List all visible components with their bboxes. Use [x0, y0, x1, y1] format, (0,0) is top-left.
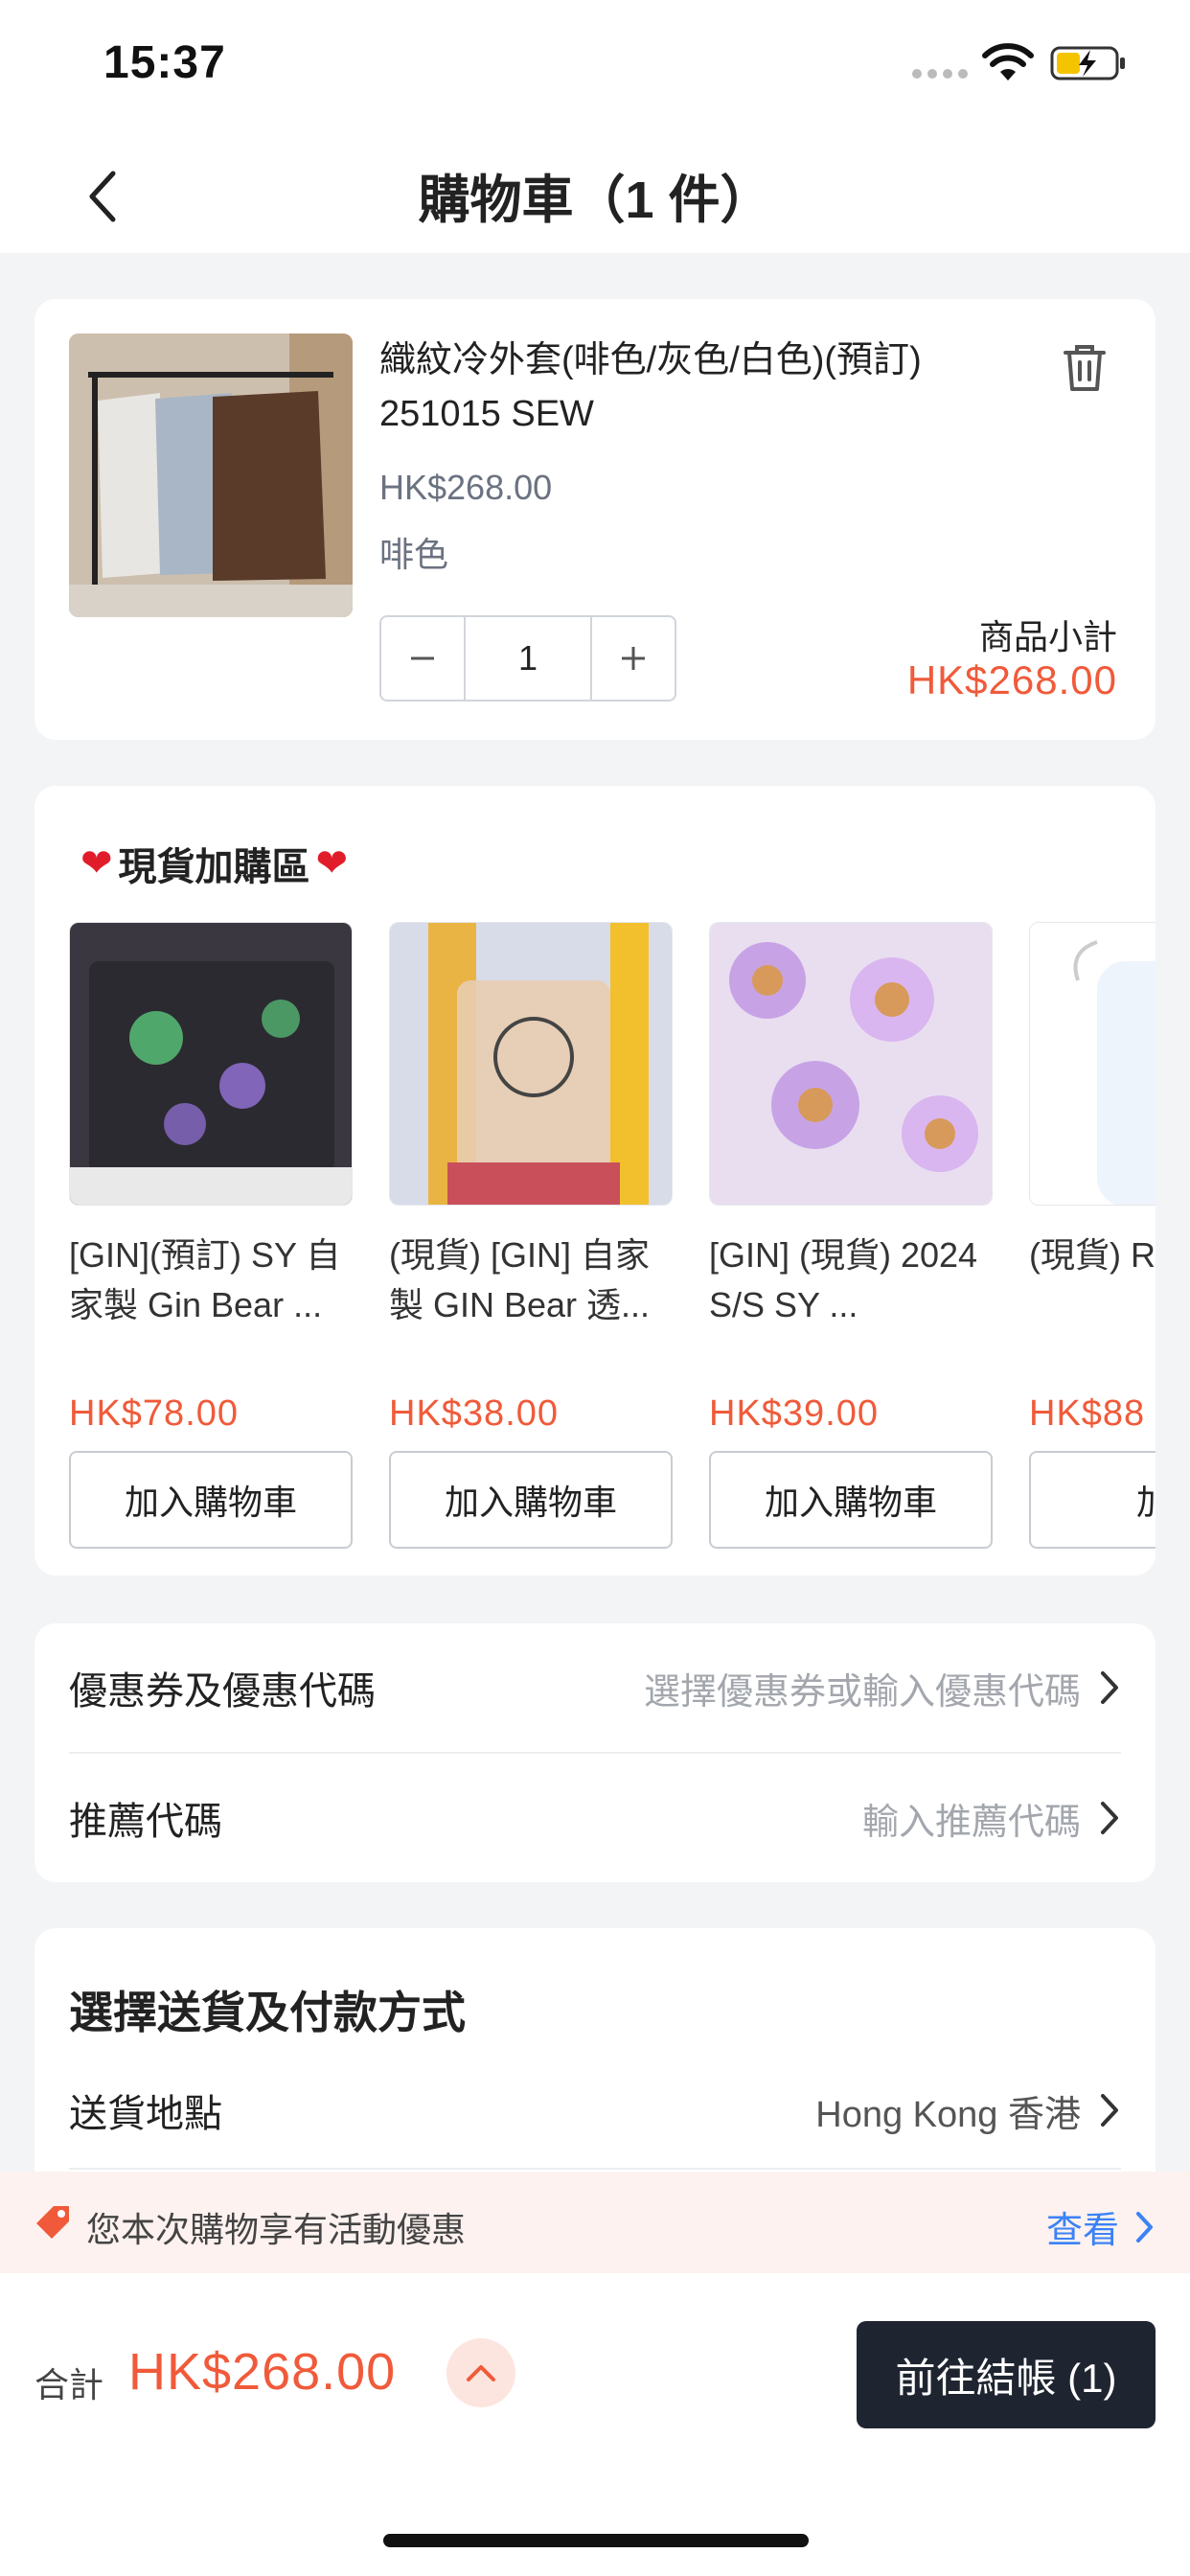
- addon-image[interactable]: [69, 922, 353, 1206]
- minus-icon: [411, 656, 434, 660]
- chevron-right-icon: [1101, 1671, 1118, 1704]
- plus-icon: [622, 647, 645, 670]
- addon-name[interactable]: (現貨) R CP6 家用: [1029, 1230, 1156, 1330]
- promo-banner[interactable]: 您本次購物享有活動優惠 查看: [0, 2172, 1190, 2273]
- page-title: 購物車（1 件）: [418, 172, 772, 229]
- add-to-cart-button[interactable]: 加入購物車: [709, 1451, 993, 1549]
- nav-bar: 購物車（1 件）: [0, 134, 1190, 253]
- promo-view-link[interactable]: 查看: [1046, 2200, 1156, 2253]
- promo-text: 您本次購物享有活動優惠: [86, 2210, 467, 2249]
- increment-button[interactable]: [592, 617, 675, 700]
- addon-name[interactable]: (現貨) [GIN] 自家製 GIN Bear 透...: [389, 1230, 673, 1330]
- product-variant: 啡色: [379, 535, 449, 574]
- coupon-placeholder: 選擇優惠券或輸入優惠代碼: [643, 1671, 1081, 1713]
- delivery-location-label: 送貨地點: [69, 2093, 222, 2135]
- expand-summary-button[interactable]: [446, 2338, 515, 2407]
- wifi-icon: [982, 43, 1034, 80]
- add-to-cart-button[interactable]: 加入購物車: [389, 1451, 673, 1549]
- delivery-location-value: Hong Kong 香港: [815, 2094, 1081, 2135]
- delete-button[interactable]: [1060, 341, 1110, 395]
- delivery-title: 選擇送貨及付款方式: [69, 1988, 466, 2037]
- referral-label: 推薦代碼: [69, 1801, 222, 1843]
- total-label: 合計: [34, 2365, 104, 2404]
- coupon-label: 優惠券及優惠代碼: [69, 1670, 376, 1713]
- home-indicator: [383, 2534, 809, 2547]
- decrement-button[interactable]: [381, 617, 464, 700]
- quantity-input[interactable]: 1: [464, 617, 592, 700]
- trash-icon: [1064, 345, 1106, 391]
- addon-section: ❤ 現貨加購區 ❤ [GIN](預訂) SY 自家製 Gin Bear ... …: [34, 786, 1156, 1576]
- chevron-right-icon: [1101, 1802, 1118, 1834]
- heart-icon: ❤: [80, 842, 113, 885]
- addon-price: HK$38.00: [389, 1393, 560, 1434]
- addon-image[interactable]: [1029, 922, 1156, 1206]
- addon-price: HK$78.00: [69, 1393, 240, 1434]
- tag-icon: [36, 2206, 69, 2239]
- signal-dots-icon: [912, 69, 968, 80]
- checkout-button[interactable]: 前往結帳 (1): [857, 2321, 1156, 2428]
- delivery-location-row[interactable]: 送貨地點 Hong Kong 香港: [69, 2053, 1121, 2168]
- addon-title-text: 現貨加購區: [118, 846, 310, 888]
- referral-placeholder: 輸入推薦代碼: [861, 1802, 1081, 1843]
- checkout-bar: 合計 HK$268.00 前往結帳 (1): [0, 2273, 1190, 2576]
- add-to-cart-button[interactable]: 加入購物車: [69, 1451, 353, 1549]
- product-image[interactable]: [69, 334, 353, 617]
- quantity-stepper: 1: [379, 615, 676, 702]
- divider: [69, 2168, 1121, 2170]
- addon-price: HK$39.00: [709, 1393, 880, 1434]
- addon-item[interactable]: [GIN](預訂) SY 自家製 Gin Bear ... HK$78.00 加…: [69, 922, 353, 1549]
- product-name[interactable]: 織紋冷外套(啡色/灰色/白色)(預訂) 251015 SEW: [379, 334, 1031, 441]
- battery-charging-icon: [1050, 46, 1125, 80]
- coupon-card: 優惠券及優惠代碼 選擇優惠券或輸入優惠代碼 推薦代碼 輸入推薦代碼: [34, 1623, 1156, 1882]
- heart-icon: ❤: [315, 842, 349, 885]
- addon-name[interactable]: [GIN](預訂) SY 自家製 Gin Bear ...: [69, 1230, 353, 1330]
- subtotal-label: 商品小計: [978, 617, 1117, 656]
- addon-item[interactable]: (現貨) R CP6 家用 HK$88 加入: [1029, 922, 1156, 1549]
- chevron-right-icon: [1101, 2094, 1118, 2127]
- addon-price: HK$88: [1029, 1393, 1146, 1434]
- addon-name[interactable]: [GIN] (現貨) 2024 S/S SY ...: [709, 1230, 993, 1330]
- total-value: HK$268.00: [128, 2343, 397, 2401]
- addon-item[interactable]: [GIN] (現貨) 2024 S/S SY ... HK$39.00 加入購物…: [709, 922, 993, 1549]
- status-time: 15:37: [103, 37, 226, 88]
- cart-item-card: 織紋冷外套(啡色/灰色/白色)(預訂) 251015 SEW HK$268.00…: [34, 299, 1156, 740]
- addon-image[interactable]: [709, 922, 993, 1206]
- addon-image[interactable]: [389, 922, 673, 1206]
- subtotal-value: HK$268.00: [906, 657, 1117, 702]
- addon-title: ❤ 現貨加購區 ❤: [80, 836, 348, 891]
- product-price: HK$268.00: [379, 468, 553, 507]
- add-to-cart-button[interactable]: 加入: [1029, 1451, 1156, 1549]
- status-bar: 15:37: [0, 0, 1190, 134]
- referral-row[interactable]: 推薦代碼 輸入推薦代碼: [69, 1754, 1121, 1882]
- chevron-right-icon: [1136, 2211, 1153, 2242]
- chevron-up-icon: [467, 2365, 495, 2381]
- coupon-row[interactable]: 優惠券及優惠代碼 選擇優惠券或輸入優惠代碼: [69, 1623, 1121, 1752]
- addon-item[interactable]: (現貨) [GIN] 自家製 GIN Bear 透... HK$38.00 加入…: [389, 922, 673, 1549]
- promo-link-label: 查看: [1045, 2211, 1119, 2251]
